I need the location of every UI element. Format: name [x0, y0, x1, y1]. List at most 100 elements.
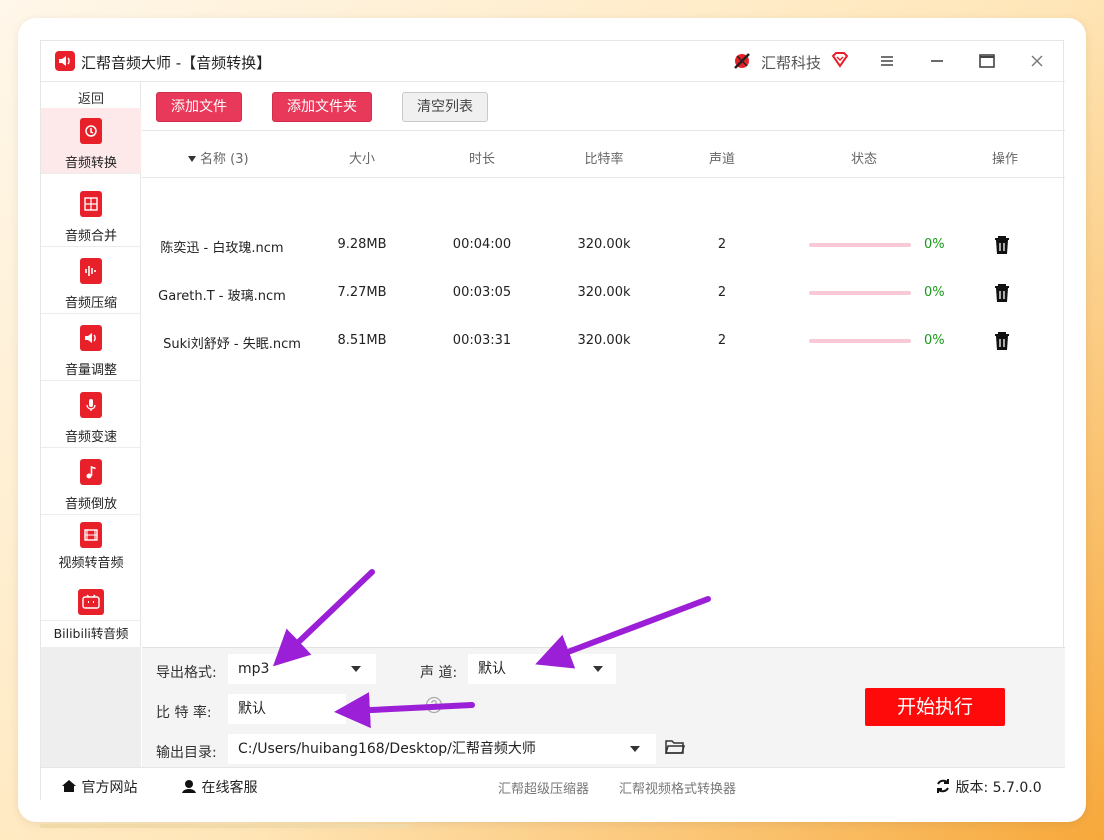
help-icon[interactable] [425, 696, 443, 718]
channel-value: 默认 [478, 661, 506, 677]
online-support-link[interactable]: 在线客服 [181, 777, 257, 797]
clear-list-button[interactable]: 清空列表 [402, 92, 488, 122]
minimize-icon[interactable] [926, 50, 948, 72]
vip-diamond-icon[interactable] [830, 50, 850, 74]
support-label: 在线客服 [201, 780, 258, 796]
sidebar-item-label: 音频变速 [64, 430, 117, 445]
sidebar-item-label: 音频合并 [64, 229, 117, 244]
status-percent: 0% [924, 237, 945, 252]
table-header: 名称 (3) 大小 时长 比特率 声道 状态 操作 [142, 132, 1065, 178]
app-window: 汇帮音频大师 -【音频转换】 汇帮科技 返回 音频转换 音频合并 音频压缩 音量… [40, 40, 1065, 801]
sort-caret-icon [188, 156, 196, 162]
sidebar-item-audio-merge[interactable]: 音频合并 [41, 181, 141, 247]
format-select[interactable]: mp3 [228, 654, 376, 684]
chevron-down-icon [351, 666, 361, 672]
audio-compress-icon [80, 258, 102, 284]
video-converter-link[interactable]: 汇帮视频格式转换器 [619, 778, 736, 797]
file-duration: 00:04:00 [452, 237, 512, 252]
back-link[interactable]: 返回 [41, 88, 141, 107]
format-label: 导出格式: [156, 665, 217, 681]
sidebar: 返回 音频转换 音频合并 音频压缩 音量调整 音频变速 音频倒放 视频转音频 B… [41, 82, 141, 647]
sidebar-item-label: 视频转音频 [58, 556, 124, 571]
file-duration: 00:03:31 [452, 333, 512, 348]
toolbar: 添加文件 添加文件夹 清空列表 [142, 82, 1065, 131]
sidebar-item-audio-reverse[interactable]: 音频倒放 [41, 449, 141, 515]
start-button[interactable]: 开始执行 [865, 688, 1005, 726]
trash-icon[interactable] [993, 235, 1011, 259]
official-website-link[interactable]: 官方网站 [61, 777, 137, 797]
settings-panel: 导出格式: mp3 声 道: 默认 比 特 率: 默认 输出目录: C:/Use… [142, 647, 1065, 767]
super-compressor-link[interactable]: 汇帮超级压缩器 [498, 778, 589, 797]
sidebar-item-bilibili[interactable]: Bilibili转音频 [41, 585, 141, 647]
file-name: Gareth.T - 玻璃.ncm [158, 289, 286, 304]
column-name[interactable]: 名称 (3) [188, 148, 249, 167]
file-bitrate: 320.00k [577, 285, 631, 300]
file-bitrate: 320.00k [577, 237, 631, 252]
bilibili-icon [78, 589, 104, 615]
window-title: 汇帮音频大师 -【音频转换】 [81, 54, 272, 72]
add-folder-button[interactable]: 添加文件夹 [272, 92, 372, 122]
column-duration: 时长 [468, 152, 495, 167]
file-duration: 00:03:05 [452, 285, 512, 300]
output-dir-select[interactable]: C:/Users/huibang168/Desktop/汇帮音频大师 [228, 734, 656, 764]
table-row[interactable]: 陈奕迅 - 白玫瑰.ncm 9.28MB 00:04:00 320.00k 2 … [142, 220, 1065, 268]
file-channels: 2 [717, 285, 727, 300]
menu-icon[interactable] [876, 50, 898, 72]
video-to-audio-icon [80, 522, 102, 548]
audio-speed-icon [80, 392, 102, 418]
output-label: 输出目录: [156, 745, 217, 761]
trash-icon[interactable] [993, 283, 1011, 307]
file-name: 陈奕迅 - 白玫瑰.ncm [160, 241, 284, 256]
sidebar-item-audio-speed[interactable]: 音频变速 [41, 382, 141, 448]
progress-bar [809, 291, 911, 295]
status-percent: 0% [924, 285, 945, 300]
column-status: 状态 [850, 152, 877, 167]
format-value: mp3 [238, 661, 270, 677]
maximize-icon[interactable] [976, 50, 998, 72]
table-row[interactable]: Suki刘舒妤 - 失眠.ncm 8.51MB 00:03:31 320.00k… [142, 316, 1065, 364]
website-label: 官方网站 [81, 780, 138, 796]
sidebar-item-label: Bilibili转音频 [53, 626, 129, 641]
table-row[interactable]: Gareth.T - 玻璃.ncm 7.27MB 00:03:05 320.00… [142, 268, 1065, 316]
sidebar-item-volume-adjust[interactable]: 音量调整 [41, 315, 141, 381]
column-channels: 声道 [708, 152, 735, 167]
trash-icon[interactable] [993, 331, 1011, 355]
file-size: 7.27MB [337, 285, 387, 300]
file-size: 9.28MB [337, 237, 387, 252]
volume-adjust-icon [80, 325, 102, 351]
bitrate-select[interactable]: 默认 [228, 694, 346, 724]
version-info[interactable]: 版本: 5.7.0.0 [935, 777, 1042, 797]
channel-select[interactable]: 默认 [468, 654, 616, 684]
close-icon[interactable] [1026, 50, 1048, 72]
column-name-label: 名称 (3) [200, 152, 249, 167]
file-channels: 2 [717, 333, 727, 348]
refresh-icon [937, 779, 949, 793]
bitrate-label: 比 特 率: [156, 705, 212, 721]
column-bitrate: 比特率 [584, 152, 624, 167]
output-dir-value: C:/Users/huibang168/Desktop/汇帮音频大师 [238, 741, 536, 757]
sidebar-item-label: 音频压缩 [64, 296, 117, 311]
brand-name: 汇帮科技 [761, 54, 822, 72]
folder-open-icon[interactable] [665, 738, 685, 760]
headset-icon [182, 780, 196, 793]
sidebar-item-label: 音量调整 [64, 363, 117, 378]
bitrate-value: 默认 [238, 701, 266, 717]
sidebar-item-label: 音频转换 [64, 156, 117, 171]
column-actions: 操作 [991, 152, 1018, 167]
progress-bar [809, 339, 911, 343]
audio-merge-icon [80, 191, 102, 217]
sidebar-item-audio-convert[interactable]: 音频转换 [41, 108, 141, 174]
file-list: 名称 (3) 大小 时长 比特率 声道 状态 操作 陈奕迅 - 白玫瑰.ncm … [142, 132, 1065, 647]
brand-logo-icon [731, 50, 753, 76]
sidebar-item-audio-compress[interactable]: 音频压缩 [41, 248, 141, 314]
sidebar-bottom-panel [41, 647, 141, 767]
chevron-down-icon [593, 666, 603, 672]
title-bar: 汇帮音频大师 -【音频转换】 汇帮科技 [41, 41, 1065, 82]
file-bitrate: 320.00k [577, 333, 631, 348]
version-label: 版本: 5.7.0.0 [955, 780, 1042, 796]
status-percent: 0% [924, 333, 945, 348]
file-name: Suki刘舒妤 - 失眠.ncm [163, 337, 301, 352]
decorative-strip [40, 824, 410, 828]
progress-bar [809, 243, 911, 247]
add-file-button[interactable]: 添加文件 [156, 92, 242, 122]
